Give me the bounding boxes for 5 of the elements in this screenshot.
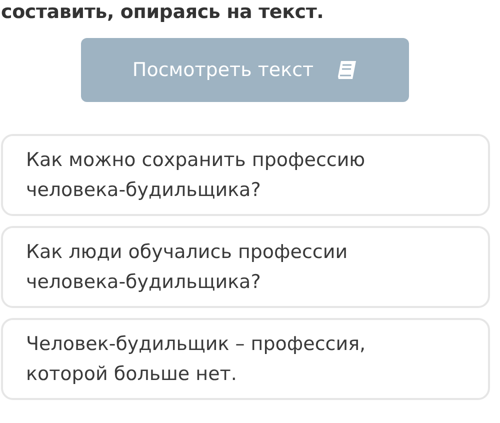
answer-option[interactable]: Как люди обучались профессии человека-будильщика? bbox=[1, 226, 490, 308]
book-icon bbox=[336, 60, 358, 80]
answer-option[interactable]: Как можно сохранить профессию человека-будильщика? bbox=[1, 134, 490, 216]
question-text: составить, опираясь на текст. bbox=[1, 0, 324, 24]
answer-option[interactable]: Человек-будильщик – профессия, которой больше нет. bbox=[1, 318, 490, 400]
